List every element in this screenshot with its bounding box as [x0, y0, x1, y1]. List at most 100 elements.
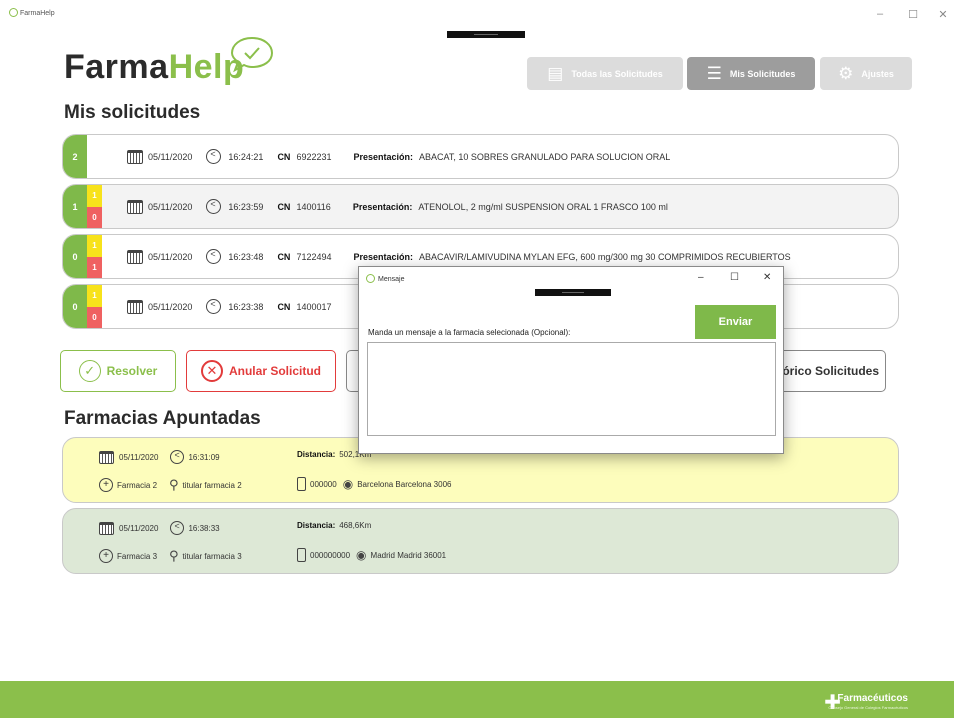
logo-chat-bubble-icon: [230, 36, 274, 73]
pharmacy-time: 16:38:33: [188, 523, 220, 533]
footer-bar: ✚ Farmacéuticos Consejo General de Coleg…: [0, 681, 954, 718]
x-circle-icon: ✕: [200, 360, 223, 382]
request-cn: 1400116: [296, 201, 331, 212]
request-presentation: ABACAVIR/LAMIVUDINA MYLAN EFG, 600 mg/30…: [419, 251, 791, 262]
pharmacy-phone: 000000: [310, 479, 337, 489]
pharmacy-cross-icon: +: [99, 478, 113, 492]
clock-icon: [206, 299, 222, 314]
nav-all-requests-button[interactable]: ▤ Todas las Solicitudes: [527, 57, 683, 90]
check-circle-icon: ✓: [78, 360, 101, 382]
app-logo: FarmaHelp: [64, 48, 244, 87]
user-icon: ⚲: [169, 548, 179, 563]
request-count-badge: 1: [63, 185, 87, 228]
pharmacies-title: Farmacias Apuntadas: [64, 408, 261, 429]
pending-count: 1: [87, 235, 102, 257]
request-cn: 6922231: [296, 151, 332, 162]
pharmacy-time: 16:31:09: [188, 452, 220, 462]
location-pin-icon: ◉: [342, 477, 354, 491]
request-count-badge: 0: [63, 285, 87, 328]
cn-label: CN: [277, 201, 291, 212]
request-row[interactable]: 2 05/11/2020 16:24:21 CN 6922231 Present…: [62, 134, 899, 179]
my-requests-title: Mis solicitudes: [64, 102, 201, 123]
request-cn: 1400017: [296, 301, 332, 312]
request-time: 16:23:38: [228, 301, 264, 312]
window-title: FarmaHelp: [20, 10, 55, 17]
location-pin-icon: ◉: [356, 548, 367, 562]
cancel-request-button[interactable]: ✕ Anular Solicitud: [186, 350, 336, 392]
request-row[interactable]: 1 1 0 05/11/2020 16:23:59 CN 1400116 Pre…: [62, 184, 899, 229]
pharmacy-address: Madrid Madrid 36001: [370, 550, 447, 560]
distance-label: Distancia:: [297, 450, 336, 459]
presentation-label: Presentación:: [353, 151, 414, 162]
calendar-icon: [127, 249, 143, 264]
pharmacy-date: 05/11/2020: [119, 452, 159, 462]
clock-icon: [206, 249, 222, 264]
nav-settings-button[interactable]: ⚙ Ajustes: [820, 57, 912, 90]
nav-settings-label: Ajustes: [861, 68, 894, 79]
dialog-maximize-button[interactable]: ☐: [730, 272, 739, 283]
cn-label: CN: [277, 151, 291, 162]
clock-icon: [206, 149, 222, 164]
maximize-button[interactable]: ☐: [906, 8, 920, 21]
request-count-badge: 2: [63, 135, 87, 178]
request-time: 16:23:59: [228, 201, 264, 212]
cancel-request-label: Anular Solicitud: [228, 364, 321, 378]
calendar-icon: [99, 521, 114, 535]
response-status-stack: 1 0: [87, 285, 102, 328]
message-textarea[interactable]: [367, 342, 776, 436]
nav-my-requests-label: Mis Solicitudes: [729, 68, 796, 79]
close-button[interactable]: ✕: [936, 8, 950, 21]
request-date: 05/11/2020: [148, 251, 193, 262]
phone-icon: [297, 548, 306, 562]
calendar-icon: [127, 149, 143, 164]
resolve-button[interactable]: ✓ Resolver: [60, 350, 176, 392]
rejected-count: 1: [87, 256, 102, 278]
pharmacy-owner: titular farmacia 2: [182, 480, 242, 490]
presentation-label: Presentación:: [352, 201, 413, 212]
phone-icon: [297, 477, 306, 491]
request-history-label: órico Solicitudes: [782, 364, 879, 378]
footer-subtitle: Consejo General de Colegios Farmacéutico…: [828, 705, 908, 710]
footer-brand: Farmacéuticos: [837, 693, 908, 704]
dialog-minimize-button[interactable]: –: [698, 272, 704, 283]
pending-count: 1: [87, 185, 102, 207]
drag-handle: [447, 31, 525, 38]
distance-label: Distancia:: [297, 521, 336, 530]
request-count-badge: 0: [63, 235, 87, 278]
resolve-label: Resolver: [106, 364, 158, 378]
app-chat-icon: [9, 8, 18, 17]
rejected-count: 0: [87, 206, 102, 228]
pharmacy-cross-icon: +: [99, 549, 113, 563]
pharmacy-phone: 000000000: [310, 550, 351, 560]
dialog-title: Mensaje: [378, 276, 405, 283]
minimize-button[interactable]: –: [873, 8, 887, 20]
request-date: 05/11/2020: [148, 301, 193, 312]
pharmacy-address: Barcelona Barcelona 3006: [357, 479, 452, 489]
dialog-message-label: Manda un mensaje a la farmacia seleciona…: [368, 328, 571, 337]
pending-count: 1: [87, 285, 102, 307]
calendar-icon: [99, 450, 114, 464]
request-presentation: ABACAT, 10 SOBRES GRANULADO PARA SOLUCIO…: [419, 151, 671, 162]
calendar-icon: [127, 199, 143, 214]
request-date: 05/11/2020: [148, 151, 193, 162]
send-button[interactable]: Enviar: [695, 305, 776, 339]
clock-icon: [206, 199, 222, 214]
cn-label: CN: [277, 301, 291, 312]
user-icon: ⚲: [169, 477, 179, 492]
pharmacy-date: 05/11/2020: [119, 523, 159, 533]
title-bar: FarmaHelp – ☐ ✕: [0, 0, 954, 30]
clock-icon: [170, 521, 185, 535]
request-time: 16:24:21: [228, 151, 264, 162]
rejected-count: 0: [87, 306, 102, 328]
user-document-icon: ☰: [706, 64, 722, 83]
calendar-icon: [127, 299, 143, 314]
nav-my-requests-button[interactable]: ☰ Mis Solicitudes: [687, 57, 815, 90]
pharmacy-distance: 468,6Km: [339, 521, 372, 530]
request-time: 16:23:48: [228, 251, 264, 262]
pharmacy-name: Farmacia 3: [117, 551, 158, 561]
pharmacy-card[interactable]: 05/11/2020 16:38:33 Distancia: 468,6Km +…: [62, 508, 899, 574]
dialog-close-button[interactable]: ✕: [763, 272, 771, 283]
dialog-drag-handle: [535, 289, 611, 296]
gear-icon: ⚙: [838, 64, 854, 83]
presentation-label: Presentación:: [353, 251, 414, 262]
